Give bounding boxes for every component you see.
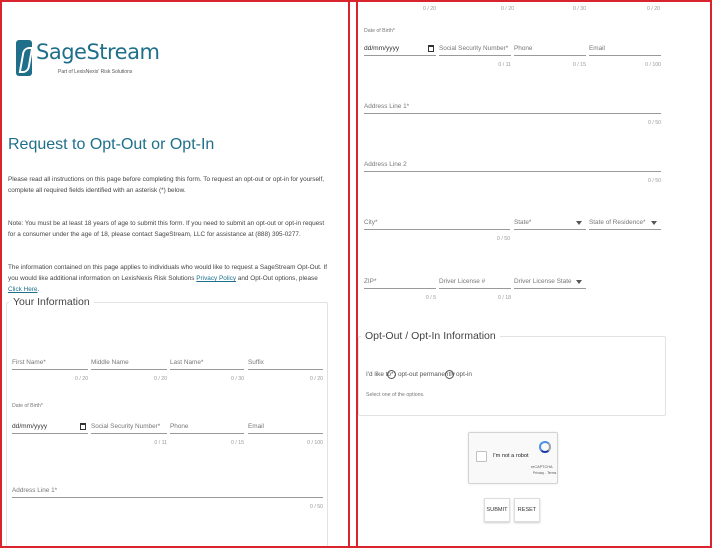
ssn-field[interactable]: Social Security Number*	[439, 40, 511, 56]
phone-counter: 0 / 15	[573, 62, 586, 68]
intro-paragraph-2: Note: You must be at least 18 years of a…	[8, 220, 325, 238]
sagestream-logo: SageStream Part of LexisNexis' Risk Solu…	[14, 36, 160, 82]
opt-help-text: Select one of the options.	[366, 392, 425, 398]
email-field[interactable]: Email	[589, 40, 661, 56]
opt-out-radio[interactable]	[387, 370, 396, 379]
sagestream-logo-icon	[16, 40, 32, 76]
middle-name-counter: 0 / 20	[154, 376, 167, 382]
panel-divider	[348, 0, 358, 548]
address-line-1-field[interactable]: Address Line 1*	[364, 98, 661, 114]
phone-field[interactable]: Phone	[170, 418, 244, 434]
opt-in-radio[interactable]	[445, 370, 454, 379]
reset-button[interactable]: RESET	[514, 498, 540, 522]
email-counter: 0 / 100	[645, 62, 661, 68]
state-select[interactable]: State*	[514, 214, 586, 230]
submit-button[interactable]: SUBMIT	[484, 498, 510, 522]
city-field[interactable]: City*	[364, 214, 510, 230]
middle-name-field[interactable]: Middle Name	[91, 354, 167, 370]
first-name-counter: 0 / 20	[75, 376, 88, 382]
logo-name: SageStream	[36, 40, 160, 64]
last-name-field[interactable]: Last Name*	[170, 354, 244, 370]
page-title: Request to Opt-Out or Opt-In	[8, 136, 215, 153]
address-line-2-counter: 0 / 50	[648, 178, 661, 184]
your-information-legend: Your Information	[13, 296, 90, 308]
chevron-down-icon	[576, 280, 582, 284]
address-line-1-counter: 0 / 50	[648, 120, 661, 126]
suffix-field[interactable]: Suffix	[248, 354, 323, 370]
right-panel: 0 / 20 0 / 20 0 / 30 0 / 20 Date of Birt…	[358, 0, 710, 548]
click-here-link[interactable]: Click Here	[8, 286, 37, 293]
address-line-2-field[interactable]: Address Line 2	[364, 156, 661, 172]
last-name-counter: 0 / 30	[573, 6, 586, 12]
last-name-counter: 0 / 30	[231, 376, 244, 382]
suffix-counter: 0 / 20	[647, 6, 660, 12]
phone-counter: 0 / 15	[231, 440, 244, 446]
chevron-down-icon	[576, 221, 582, 225]
driver-license-counter: 0 / 18	[498, 295, 511, 301]
left-panel: SageStream Part of LexisNexis' Risk Solu…	[2, 0, 348, 548]
zip-field[interactable]: ZIP*	[364, 273, 436, 289]
first-name-counter: 0 / 20	[423, 6, 436, 12]
email-field[interactable]: Email	[248, 418, 323, 434]
first-name-field[interactable]: First Name*	[12, 354, 88, 370]
email-counter: 0 / 100	[307, 440, 323, 446]
privacy-policy-link[interactable]: Privacy Policy	[196, 275, 236, 282]
city-counter: 0 / 50	[497, 236, 510, 242]
driver-license-state-select[interactable]: Driver License State	[514, 273, 586, 289]
ssn-counter: 0 / 11	[154, 440, 167, 446]
zip-counter: 0 / 5	[425, 295, 436, 301]
chevron-down-icon	[651, 221, 657, 225]
driver-license-field[interactable]: Driver License #	[439, 273, 511, 289]
dob-field[interactable]: dd/mm/yyyy	[364, 40, 436, 56]
middle-name-counter: 0 / 20	[501, 6, 514, 12]
dob-label: Date of Birth*	[12, 403, 43, 409]
opt-out-opt-in-legend: Opt-Out / Opt-In Information	[365, 330, 496, 342]
recaptcha-widget: I'm not a robot reCAPTCHA Privacy - Term…	[468, 432, 558, 484]
logo-tagline: Part of LexisNexis' Risk Solutions	[58, 69, 133, 75]
calendar-icon[interactable]	[80, 423, 86, 430]
phone-field[interactable]: Phone	[514, 40, 586, 56]
intro-paragraph-1: Please read all instructions on this pag…	[8, 176, 325, 194]
recaptcha-icon	[539, 441, 551, 453]
recaptcha-checkbox[interactable]	[476, 451, 487, 462]
dob-label: Date of Birth*	[364, 28, 395, 34]
state-of-residence-select[interactable]: State of Residence*	[589, 214, 661, 230]
recaptcha-brand: reCAPTCHA	[531, 465, 553, 469]
ssn-counter: 0 / 11	[498, 62, 511, 68]
address-line-1-counter: 0 / 50	[310, 504, 323, 510]
ssn-field[interactable]: Social Security Number*	[91, 418, 167, 434]
calendar-icon[interactable]	[428, 45, 434, 52]
suffix-counter: 0 / 20	[310, 376, 323, 382]
opt-in-label[interactable]: opt-in	[456, 371, 472, 378]
dob-field[interactable]: dd/mm/yyyy	[12, 418, 88, 434]
address-line-1-field[interactable]: Address Line 1*	[12, 482, 323, 498]
intro-paragraph-3: The information contained on this page a…	[8, 264, 328, 293]
recaptcha-label: I'm not a robot	[493, 453, 529, 459]
recaptcha-terms-link[interactable]: Privacy - Terms	[533, 471, 556, 475]
